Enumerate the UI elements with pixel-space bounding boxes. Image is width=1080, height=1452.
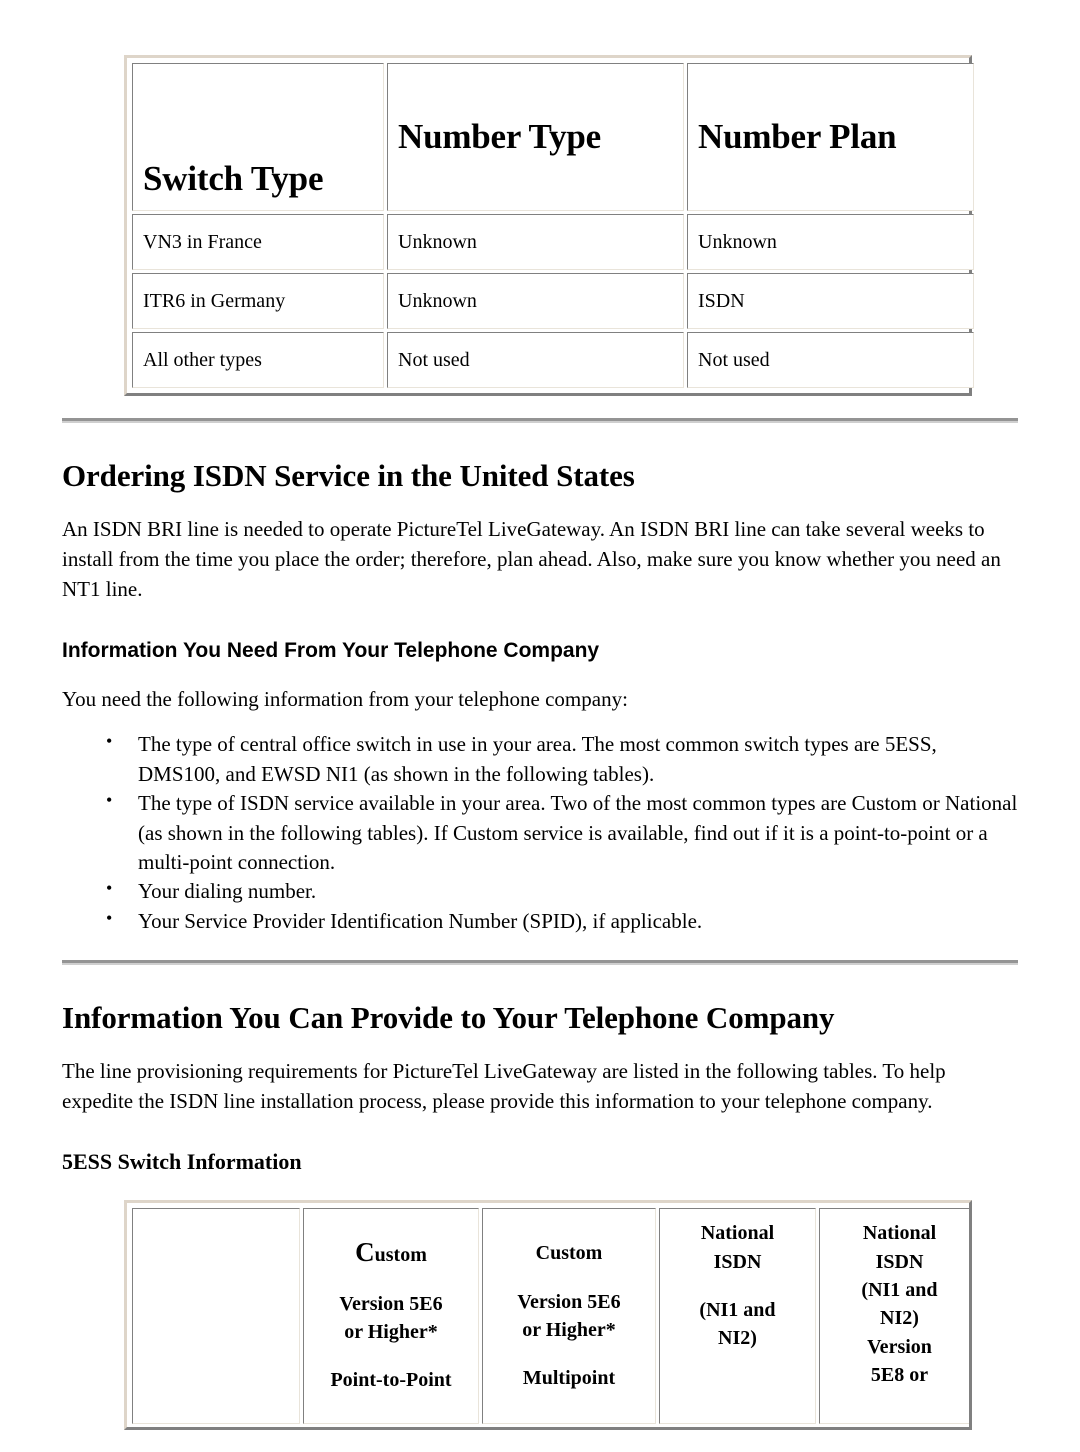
header-custom-multipoint: Custom Version 5E6 or Higher* Multipoint <box>482 1208 656 1425</box>
header-switch-type: Switch Type <box>132 63 384 211</box>
label-national: National <box>700 1222 775 1245</box>
label-isdn: ISDN <box>713 1250 762 1273</box>
list-intro-text: You need the following information from … <box>62 686 628 711</box>
label-version-number: 5E8 or <box>870 1364 929 1387</box>
cell-empty-corner <box>132 1208 300 1425</box>
table-row: ITR6 in Germany Unknown ISDN <box>132 273 974 329</box>
cell-number-plan: ISDN <box>687 273 974 329</box>
subheading-5ess-switch-info: 5ESS Switch Information <box>62 1148 302 1174</box>
cell-switch-type: VN3 in France <box>132 214 384 270</box>
horizontal-rule <box>62 960 1018 966</box>
list-item: Your Service Provider Identification Num… <box>100 906 1018 936</box>
label-or-higher: or Higher* <box>344 1321 438 1344</box>
5ess-switch-grid: Custom Version 5E6 or Higher* Point-to-P… <box>129 1205 969 1427</box>
5ess-switch-table: Custom Version 5E6 or Higher* Point-to-P… <box>124 1200 972 1431</box>
switch-type-grid: Switch Type Number Type Number Plan VN3 … <box>129 60 977 391</box>
horizontal-rule <box>62 418 1018 423</box>
cell-number-type: Unknown <box>387 273 684 329</box>
list-item: The type of ISDN service available in yo… <box>100 788 1018 877</box>
requirements-list: The type of central office switch in use… <box>62 729 1018 936</box>
subheading-info-you-need: Information You Need From Your Telephone… <box>62 638 600 662</box>
drop-cap: C <box>355 1237 375 1268</box>
list-item: Your dialing number. <box>100 876 1018 906</box>
label-custom: Custom <box>535 1242 603 1265</box>
cell-number-type: Unknown <box>387 214 684 270</box>
label-point-to-point: Point-to-Point <box>330 1369 452 1392</box>
cell-switch-type: ITR6 in Germany <box>132 273 384 329</box>
provisioning-paragraph: The line provisioning requirements for P… <box>62 1059 946 1114</box>
label-isdn: ISDN <box>875 1250 924 1273</box>
cell-number-plan: Not used <box>687 332 974 388</box>
label-version: Version <box>867 1335 932 1358</box>
label-version: Version 5E6 <box>517 1290 621 1313</box>
cell-number-plan: Unknown <box>687 214 974 270</box>
divider-wrap <box>62 936 1018 966</box>
page-title-ordering-isdn: Ordering ISDN Service in the United Stat… <box>62 458 635 493</box>
label-ni1-and: (NI1 and <box>861 1279 938 1302</box>
document-page: Switch Type Number Type Number Plan VN3 … <box>0 55 1080 1452</box>
label-multipoint: Multipoint <box>522 1367 616 1390</box>
list-item: The type of central office switch in use… <box>100 729 1018 789</box>
cell-number-type: Not used <box>387 332 684 388</box>
divider-wrap <box>62 396 1018 423</box>
header-number-type: Number Type <box>387 63 684 211</box>
label-custom-rest: ustom <box>374 1244 427 1267</box>
label-custom: Custom <box>310 1239 472 1269</box>
switch-type-table: Switch Type Number Type Number Plan VN3 … <box>124 55 974 396</box>
label-ni2: NI2) <box>718 1327 757 1350</box>
header-number-plan: Number Plan <box>687 63 974 211</box>
table-header-row: Custom Version 5E6 or Higher* Point-to-P… <box>132 1208 969 1425</box>
cell-switch-type: All other types <box>132 332 384 388</box>
page-title-info-you-can-provide: Information You Can Provide to Your Tele… <box>62 1000 835 1036</box>
intro-paragraph: An ISDN BRI line is needed to operate Pi… <box>62 517 1001 601</box>
table-row: VN3 in France Unknown Unknown <box>132 214 974 270</box>
label-ni1-and: (NI1 and <box>699 1299 776 1322</box>
table-header-row: Switch Type Number Type Number Plan <box>132 63 974 211</box>
header-national-isdn-version-5e8: National ISDN (NI1 and NI2) Version 5E8 … <box>819 1208 969 1425</box>
label-version: Version 5E6 <box>339 1292 443 1315</box>
label-or-higher: or Higher* <box>522 1319 616 1342</box>
table-row: All other types Not used Not used <box>132 332 974 388</box>
label-ni2: NI2) <box>880 1307 919 1330</box>
header-custom-point-to-point: Custom Version 5E6 or Higher* Point-to-P… <box>303 1208 479 1425</box>
header-national-isdn-ni1-ni2: National ISDN (NI1 and NI2) <box>659 1208 816 1425</box>
label-national: National <box>862 1222 937 1245</box>
